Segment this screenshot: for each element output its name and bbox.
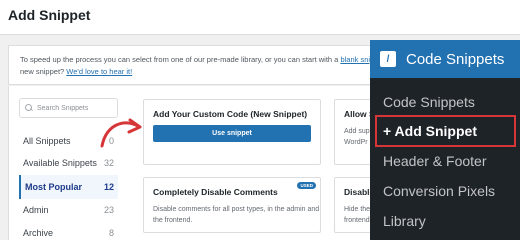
category-count: 23 xyxy=(103,205,114,215)
search-icon xyxy=(25,104,33,112)
card-description: the frontend. xyxy=(153,217,193,224)
card-description: Disable comments for all post types, in … xyxy=(153,206,320,213)
category-label: All Snippets xyxy=(23,136,71,146)
category-count: 12 xyxy=(103,182,114,192)
category-label: Archive xyxy=(23,228,54,238)
category-admin[interactable]: Admin 23 xyxy=(19,198,118,222)
custom-code-card[interactable]: Add Your Custom Code (New Snippet) Use s… xyxy=(143,99,321,165)
card-description: frontend xyxy=(344,217,370,224)
card-title: Completely Disable Comments xyxy=(153,187,278,197)
page-header: Add Snippet xyxy=(0,0,520,35)
intro-text: To speed up the process you can select f… xyxy=(20,55,339,64)
feedback-link[interactable]: We'd love to hear it! xyxy=(66,67,132,76)
brand-name: Code Snippets xyxy=(406,50,505,68)
intro-line-1: To speed up the process you can select f… xyxy=(20,55,385,64)
menu-item-header-footer[interactable]: Header & Footer xyxy=(370,146,520,176)
annotation-arrow-icon xyxy=(100,118,142,148)
search-input[interactable] xyxy=(37,104,117,112)
code-snippets-logo-icon: / xyxy=(380,51,396,67)
card-description: Hide the xyxy=(344,206,371,213)
menu-item-code-snippets[interactable]: Code Snippets xyxy=(370,87,520,117)
category-archive[interactable]: Archive 8 xyxy=(19,221,118,240)
disable-comments-card[interactable]: Completely Disable Comments USED Disable… xyxy=(143,177,321,233)
card-description: Add sup xyxy=(344,128,370,135)
intro-text: new snippet? xyxy=(20,67,65,76)
category-label: Admin xyxy=(23,205,49,215)
used-badge: USED xyxy=(297,182,316,189)
category-count: 8 xyxy=(108,228,114,238)
menu-brand[interactable]: / Code Snippets xyxy=(370,40,520,78)
menu-item-library[interactable]: Library xyxy=(370,206,520,236)
category-count: 32 xyxy=(103,158,114,168)
use-snippet-button[interactable]: Use snippet xyxy=(153,125,311,142)
category-most-popular[interactable]: Most Popular 12 xyxy=(19,175,118,199)
wp-admin-menu: / Code Snippets Code Snippets + Add Snip… xyxy=(370,40,520,240)
card-description: WordPr xyxy=(344,139,368,146)
intro-line-2: new snippet? We'd love to hear it! xyxy=(20,67,132,76)
page-title: Add Snippet xyxy=(8,7,91,23)
category-label: Most Popular xyxy=(25,182,83,192)
menu-item-conversion-pixels[interactable]: Conversion Pixels xyxy=(370,176,520,206)
menu-item-add-snippet[interactable]: + Add Snippet xyxy=(375,115,516,147)
category-available-snippets[interactable]: Available Snippets 32 xyxy=(19,151,118,175)
category-label: Available Snippets xyxy=(23,158,97,168)
card-title: Add Your Custom Code (New Snippet) xyxy=(153,109,308,119)
